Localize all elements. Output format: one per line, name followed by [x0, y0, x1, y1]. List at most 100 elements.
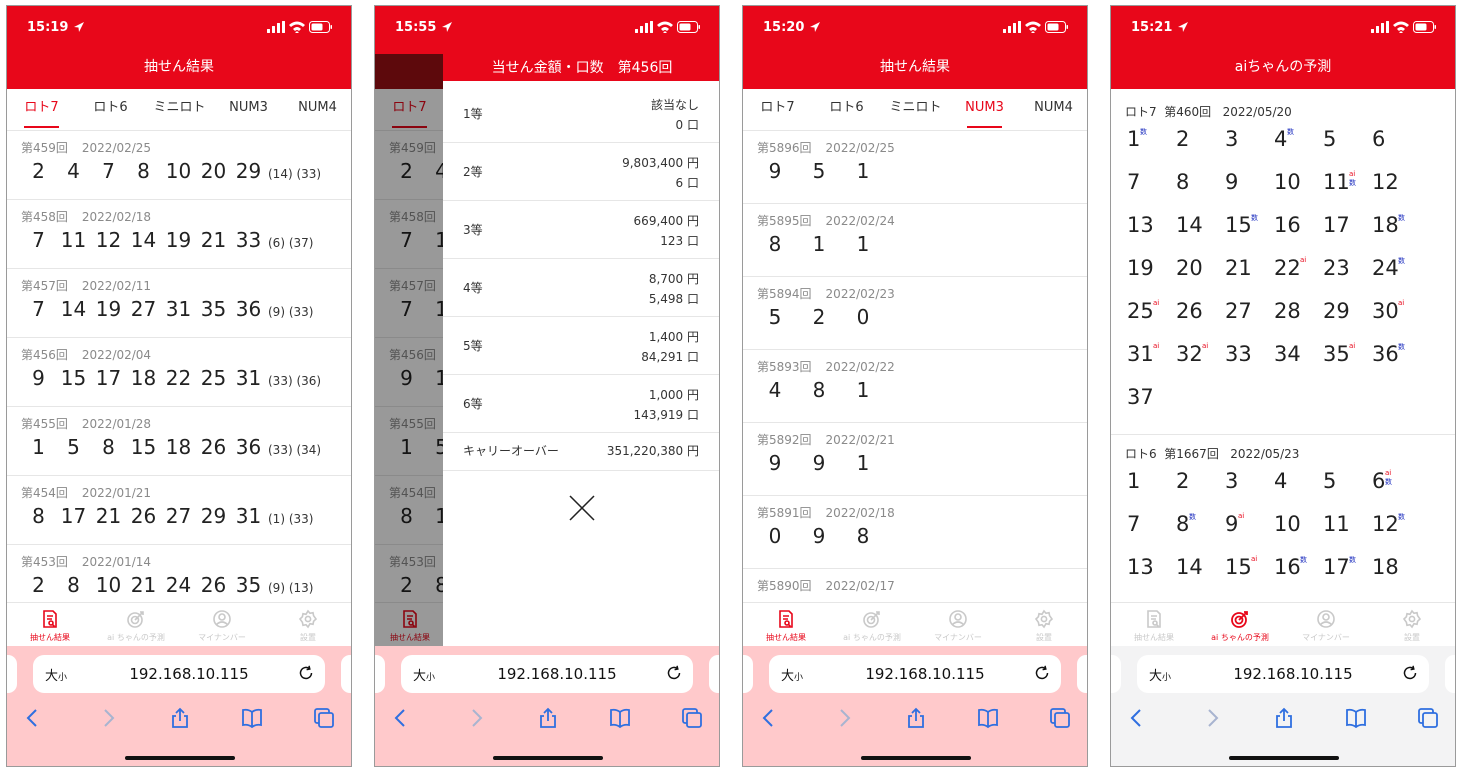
bookmarks-icon[interactable] [608, 706, 632, 730]
tabs-icon[interactable] [680, 706, 704, 730]
prediction-number-cell[interactable]: 5 [1317, 461, 1366, 504]
result-row[interactable]: 第458回 2022/02/18 7 11 12 14 19 21 33 (6) (37) [7, 200, 351, 269]
result-row[interactable]: 第5892回 2022/02/21 9 9 1 [743, 423, 1087, 496]
tab-loto7[interactable]: ロト7 [743, 89, 812, 131]
prediction-number-cell[interactable]: 15 数 [1219, 205, 1268, 248]
back-icon[interactable] [389, 706, 413, 730]
prediction-number-cell[interactable]: 25 ai [1121, 291, 1170, 334]
tab-miniloto[interactable]: ミニロト [881, 89, 950, 131]
prediction-number-cell[interactable]: 22 ai [1268, 248, 1317, 291]
prediction-number-cell[interactable]: 30 ai [1366, 291, 1415, 334]
result-row[interactable]: 第5891回 2022/02/18 0 9 8 [743, 496, 1087, 569]
prediction-number-cell[interactable]: 10 [1268, 162, 1317, 205]
prediction-number-cell[interactable]: 8数 [1170, 504, 1219, 547]
address-bar[interactable]: 大小 192.168.10.115 [401, 655, 693, 693]
nav-results[interactable]: 抽せん結果 [1111, 603, 1197, 647]
forward-icon[interactable] [96, 706, 120, 730]
prediction-number-cell[interactable]: 12 数 [1366, 504, 1415, 547]
prediction-number-cell[interactable]: 31 ai [1121, 334, 1170, 377]
bookmarks-icon[interactable] [1344, 706, 1368, 730]
back-icon[interactable] [1125, 706, 1149, 730]
tabs-icon[interactable] [1416, 706, 1440, 730]
bookmarks-icon[interactable] [976, 706, 1000, 730]
prediction-number-cell[interactable]: 7 [1121, 504, 1170, 547]
prediction-number-cell[interactable]: 23 [1317, 248, 1366, 291]
prediction-number-cell[interactable]: 11 ai 数 [1317, 162, 1366, 205]
prediction-number-cell[interactable]: 7 [1121, 162, 1170, 205]
prediction-number-cell[interactable]: 17 [1317, 205, 1366, 248]
next-tab-peek[interactable] [1077, 655, 1087, 693]
text-size-button[interactable]: 大小 [413, 665, 435, 684]
close-icon[interactable] [568, 494, 596, 522]
forward-icon[interactable] [1200, 706, 1224, 730]
prediction-number-cell[interactable]: 2 [1170, 119, 1219, 162]
text-size-button[interactable]: 大小 [45, 665, 67, 684]
prediction-number-cell[interactable]: 6 ai 数 [1366, 461, 1415, 504]
prev-tab-peek[interactable] [7, 655, 17, 693]
prediction-number-cell[interactable]: 1数 [1121, 119, 1170, 162]
prediction-number-cell[interactable]: 3 [1219, 119, 1268, 162]
next-tab-peek[interactable] [709, 655, 719, 693]
tabs-icon[interactable] [312, 706, 336, 730]
prediction-number-cell[interactable]: 16 数 [1268, 547, 1317, 590]
tabs-icon[interactable] [1048, 706, 1072, 730]
prediction-number-cell[interactable]: 19 [1121, 248, 1170, 291]
prediction-number-cell[interactable]: 24 数 [1366, 248, 1415, 291]
prediction-number-cell[interactable]: 9 [1219, 162, 1268, 205]
prediction-number-cell[interactable]: 26 [1170, 291, 1219, 334]
tab-num4[interactable]: NUM4 [283, 89, 351, 131]
prediction-number-cell[interactable]: 21 [1219, 248, 1268, 291]
nav-my-number[interactable]: マイナンバー [915, 603, 1001, 647]
reload-icon[interactable] [665, 664, 683, 682]
reload-icon[interactable] [297, 664, 315, 682]
prediction-number-cell[interactable]: 34 [1268, 334, 1317, 377]
result-row[interactable]: 第5890回 2022/02/17 [743, 569, 1087, 602]
prediction-number-cell[interactable]: 14 [1170, 547, 1219, 590]
prediction-number-cell[interactable]: 8 [1170, 162, 1219, 205]
nav-ai-prediction[interactable]: ai ちゃんの予測 [1197, 603, 1283, 647]
prediction-number-cell[interactable]: 14 [1170, 205, 1219, 248]
result-row[interactable]: 第456回 2022/02/04 9 15 17 18 22 25 31 (33) (36) [7, 338, 351, 407]
result-row[interactable]: 第5893回 2022/02/22 4 8 1 [743, 350, 1087, 423]
nav-settings[interactable]: 設置 [1001, 603, 1087, 647]
prev-tab-peek[interactable] [743, 655, 753, 693]
tab-miniloto[interactable]: ミニロト [145, 89, 214, 131]
result-row[interactable]: 第5895回 2022/02/24 8 1 1 [743, 204, 1087, 277]
nav-my-number[interactable]: マイナンバー [179, 603, 265, 647]
prediction-number-cell[interactable]: 29 [1317, 291, 1366, 334]
prediction-number-cell[interactable]: 12 [1366, 162, 1415, 205]
prediction-number-cell[interactable]: 11 [1317, 504, 1366, 547]
nav-settings[interactable]: 設置 [1369, 603, 1455, 647]
reload-icon[interactable] [1401, 664, 1419, 682]
prediction-number-cell[interactable]: 20 [1170, 248, 1219, 291]
address-bar[interactable]: 大小 192.168.10.115 [1137, 655, 1429, 693]
address-bar[interactable]: 大小 192.168.10.115 [33, 655, 325, 693]
prediction-number-cell[interactable]: 3 [1219, 461, 1268, 504]
prediction-number-cell[interactable]: 18 [1366, 547, 1415, 590]
next-tab-peek[interactable] [1445, 655, 1455, 693]
share-icon[interactable] [536, 706, 560, 730]
prediction-number-cell[interactable]: 6 [1366, 119, 1415, 162]
tab-num3[interactable]: NUM3 [950, 89, 1019, 131]
prev-tab-peek[interactable] [375, 655, 385, 693]
prediction-number-cell[interactable]: 35 ai [1317, 334, 1366, 377]
text-size-button[interactable]: 大小 [781, 665, 803, 684]
nav-results[interactable]: 抽せん結果 [743, 603, 829, 647]
tab-num3[interactable]: NUM3 [214, 89, 283, 131]
prediction-number-cell[interactable]: 13 [1121, 547, 1170, 590]
tab-loto6[interactable]: ロト6 [812, 89, 881, 131]
prediction-number-cell[interactable]: 4 [1268, 461, 1317, 504]
modal-backdrop[interactable] [375, 54, 443, 646]
nav-ai-prediction[interactable]: ai ちゃんの予測 [829, 603, 915, 647]
prediction-number-cell[interactable]: 36 数 [1366, 334, 1415, 377]
prediction-number-cell[interactable]: 32 ai [1170, 334, 1219, 377]
tab-num4[interactable]: NUM4 [1019, 89, 1087, 131]
prediction-number-cell[interactable]: 4数 [1268, 119, 1317, 162]
nav-results[interactable]: 抽せん結果 [7, 603, 93, 647]
prediction-number-cell[interactable]: 18 数 [1366, 205, 1415, 248]
prediction-number-cell[interactable]: 28 [1268, 291, 1317, 334]
result-row[interactable]: 第5894回 2022/02/23 5 2 0 [743, 277, 1087, 350]
result-row[interactable]: 第5896回 2022/02/25 9 5 1 [743, 131, 1087, 204]
nav-ai-prediction[interactable]: ai ちゃんの予測 [93, 603, 179, 647]
reload-icon[interactable] [1033, 664, 1051, 682]
